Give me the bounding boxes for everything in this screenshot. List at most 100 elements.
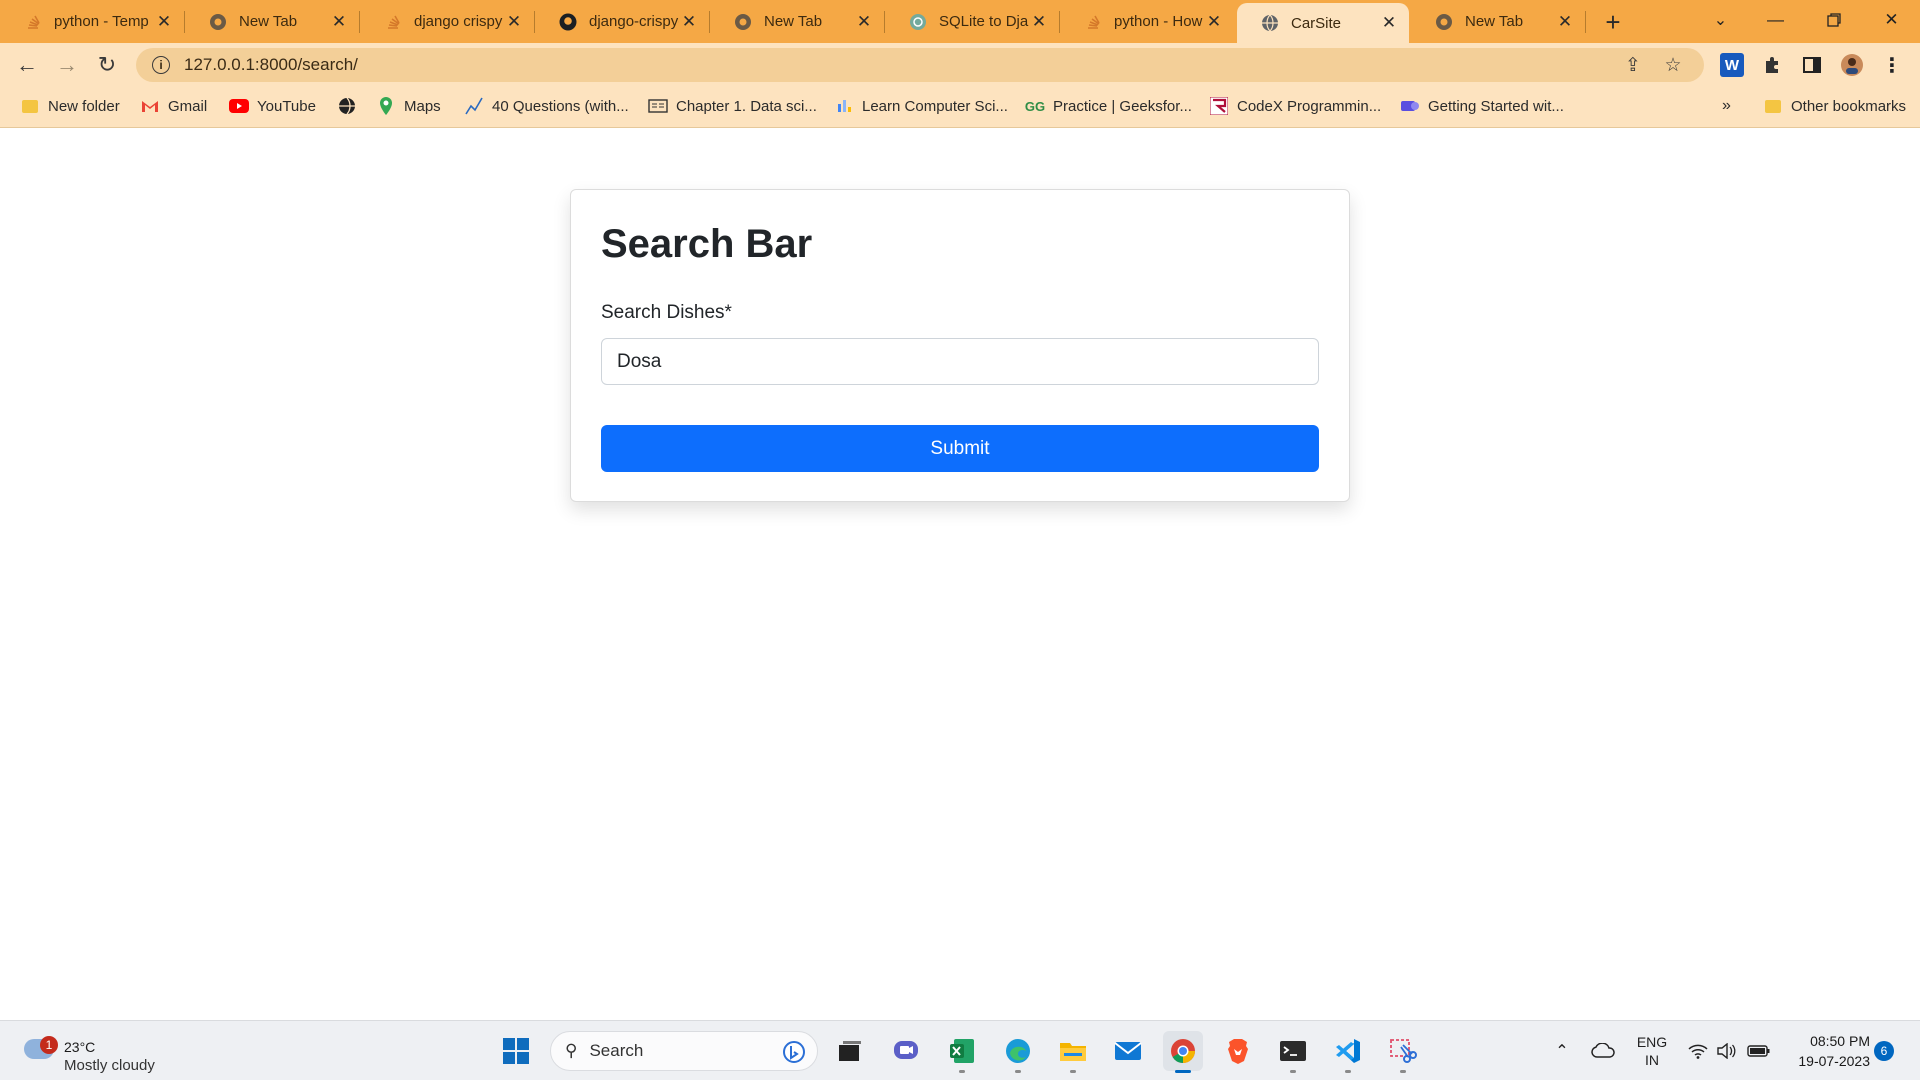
onedrive-cloud-icon[interactable] — [1590, 1031, 1616, 1071]
language-code: ENG — [1636, 1034, 1668, 1050]
system-clock[interactable]: 08:50 PM 19-07-2023 — [1780, 1031, 1870, 1071]
snipping-tool-button[interactable] — [1383, 1031, 1423, 1073]
bookmark-maps[interactable]: Maps — [376, 86, 441, 126]
bookmark-new-folder[interactable]: New folder — [20, 86, 120, 126]
brave-app-button[interactable] — [1218, 1031, 1258, 1071]
bookmark-learn-cs[interactable]: Learn Computer Sci... — [834, 86, 1008, 126]
tab-title: New Tab — [239, 13, 298, 30]
chrome-icon — [209, 13, 227, 31]
close-icon[interactable]: ✕ — [1555, 12, 1575, 32]
reload-button[interactable]: ↻ — [91, 49, 123, 81]
search-dishes-input[interactable] — [601, 338, 1319, 385]
menu-kebab-icon[interactable]: ⋮ — [1880, 53, 1904, 77]
brave-icon — [1228, 1039, 1248, 1064]
bookmark-getting-started[interactable]: Getting Started wit... — [1400, 86, 1564, 126]
bookmark-label: Other bookmarks — [1791, 97, 1907, 115]
bookmark-codex[interactable]: CodeX Programmin... — [1209, 86, 1381, 126]
tab-7[interactable]: python - How ✕ — [1060, 0, 1234, 43]
running-indicator — [1290, 1070, 1296, 1073]
clock-date: 19-07-2023 — [1798, 1053, 1870, 1069]
close-window-button[interactable]: ✕ — [1864, 0, 1919, 40]
terminal-app-button[interactable] — [1273, 1031, 1313, 1073]
tab-9[interactable]: New Tab ✕ — [1411, 0, 1585, 43]
battery-icon[interactable] — [1745, 1031, 1773, 1071]
globe-icon — [337, 96, 357, 116]
bookmark-star-icon[interactable]: ☆ — [1658, 48, 1688, 82]
close-icon[interactable]: ✕ — [329, 12, 349, 32]
vscode-icon — [1336, 1039, 1360, 1063]
forward-button[interactable]: → — [51, 49, 83, 81]
excel-app-button[interactable] — [942, 1031, 982, 1073]
task-view-icon — [839, 1041, 861, 1061]
language-indicator[interactable]: ENG IN — [1632, 1031, 1672, 1071]
windows-taskbar: 1 23°C Mostly cloudy ⚲ Search ⌃ ENG IN 0… — [0, 1020, 1920, 1080]
minimize-button[interactable]: — — [1748, 0, 1803, 40]
task-view-button[interactable] — [830, 1031, 870, 1071]
file-explorer-button[interactable] — [1053, 1031, 1093, 1073]
taskbar-search-box[interactable]: ⚲ Search — [550, 1031, 818, 1071]
back-button[interactable]: ← — [11, 49, 43, 81]
url-text[interactable]: 127.0.0.1:8000/search/ — [184, 55, 358, 75]
bookmark-globe[interactable] — [337, 86, 365, 126]
close-icon[interactable]: ✕ — [154, 12, 174, 32]
extensions-puzzle-icon[interactable] — [1760, 53, 1784, 77]
show-hidden-icons-chevron-icon[interactable]: ⌃ — [1550, 1031, 1574, 1071]
geeksforgeeks-icon: GG — [1024, 98, 1046, 114]
close-icon[interactable]: ✕ — [679, 12, 699, 32]
weather-temperature: 23°C — [64, 1039, 96, 1055]
word-extension-icon[interactable]: W — [1720, 53, 1744, 77]
new-tab-button[interactable]: + — [1597, 6, 1629, 38]
wifi-icon[interactable] — [1685, 1031, 1711, 1071]
tab-title: New Tab — [764, 13, 823, 30]
start-button[interactable] — [496, 1031, 536, 1071]
close-icon[interactable]: ✕ — [1029, 12, 1049, 32]
search-dishes-label: Search Dishes* — [601, 302, 732, 323]
side-panel-icon[interactable] — [1800, 53, 1824, 77]
site-info-icon[interactable]: i — [152, 56, 170, 74]
profile-avatar[interactable] — [1840, 53, 1864, 77]
tab-strip: python - Temp ✕ New Tab ✕ django crispy … — [0, 0, 1920, 43]
teams-chat-button[interactable] — [886, 1031, 926, 1071]
bookmark-label: New folder — [48, 97, 120, 115]
tab-4[interactable]: django-crispy- ✕ — [535, 0, 709, 43]
bing-icon[interactable] — [783, 1041, 805, 1068]
tab-title: django-crispy- — [589, 13, 679, 30]
bookmark-chapter-1[interactable]: Chapter 1. Data sci... — [648, 86, 817, 126]
chrome-icon — [1171, 1039, 1195, 1063]
bookmark-40-questions[interactable]: 40 Questions (with... — [464, 86, 629, 126]
bookmark-youtube[interactable]: YouTube — [229, 86, 316, 126]
tab-8-active[interactable]: CarSite ✕ — [1237, 3, 1409, 43]
mail-app-button[interactable] — [1108, 1031, 1148, 1071]
excel-icon — [950, 1039, 974, 1063]
vscode-app-button[interactable] — [1328, 1031, 1368, 1073]
bookmark-label: Chapter 1. Data sci... — [676, 97, 817, 115]
edge-app-button[interactable] — [998, 1031, 1038, 1073]
tab-6[interactable]: SQLite to Djan ✕ — [885, 0, 1059, 43]
restore-button[interactable] — [1806, 0, 1861, 40]
notification-badge[interactable]: 6 — [1874, 1041, 1894, 1061]
tab-1[interactable]: python - Temp ✕ — [0, 0, 184, 43]
bookmark-gmail[interactable]: Gmail — [140, 86, 207, 126]
bookmark-label: CodeX Programmin... — [1237, 97, 1382, 115]
tab-search-chevron-icon[interactable]: ⌄ — [1693, 0, 1748, 40]
volume-icon[interactable] — [1713, 1031, 1739, 1071]
bookmark-label: Getting Started wit... — [1428, 97, 1564, 115]
submit-button[interactable]: Submit — [601, 425, 1319, 472]
close-icon[interactable]: ✕ — [1379, 13, 1399, 33]
close-icon[interactable]: ✕ — [854, 12, 874, 32]
running-indicator — [959, 1070, 965, 1073]
tab-separator — [1585, 11, 1586, 33]
tab-5[interactable]: New Tab ✕ — [710, 0, 884, 43]
folder-icon — [1060, 1043, 1086, 1061]
close-icon[interactable]: ✕ — [504, 12, 524, 32]
tab-3[interactable]: django crispy ✕ — [360, 0, 534, 43]
weather-widget[interactable]: 1 23°C Mostly cloudy — [20, 1029, 180, 1074]
tab-2[interactable]: New Tab ✕ — [185, 0, 359, 43]
close-icon[interactable]: ✕ — [1204, 12, 1224, 32]
bookmark-geeksforgeeks[interactable]: GG Practice | Geeksfor... — [1025, 86, 1192, 126]
share-icon[interactable]: ⇪ — [1618, 48, 1648, 82]
bookmark-other-bookmarks[interactable]: Other bookmarks — [1763, 86, 1906, 126]
address-bar[interactable]: i 127.0.0.1:8000/search/ ⇪ ☆ — [136, 48, 1704, 82]
bookmarks-overflow-chevron-icon[interactable]: » — [1722, 86, 1731, 126]
chrome-app-button[interactable] — [1163, 1031, 1203, 1073]
